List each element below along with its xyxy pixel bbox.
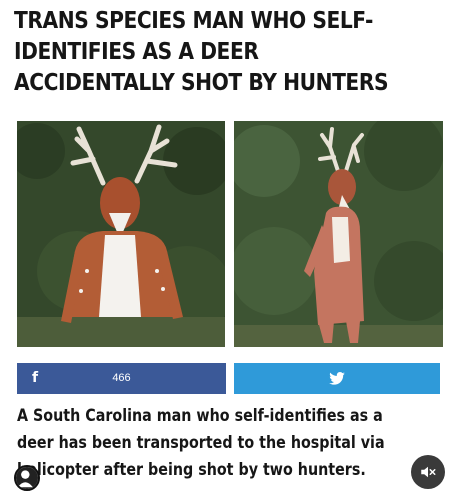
article-text: A South Carolina man who self-identifies…: [17, 403, 420, 484]
twitter-share-button[interactable]: [234, 363, 440, 394]
article-line-3: helicopter after being shot by two hunte…: [17, 460, 366, 480]
headline-line-1: TRANS SPECIES MAN WHO SELF-: [14, 8, 374, 34]
headline-line-3: ACCIDENTALLY SHOT BY HUNTERS: [14, 70, 389, 96]
share-count: 466: [112, 372, 131, 384]
deer-costume-photo-front: [17, 121, 225, 347]
user-avatar-icon[interactable]: [14, 465, 40, 491]
speaker-muted-icon[interactable]: [411, 455, 445, 489]
deer-costume-photo-side: [234, 121, 443, 347]
headline: TRANS SPECIES MAN WHO SELF- IDENTIFIES A…: [14, 6, 445, 99]
article-line-1: A South Carolina man who self-identifies…: [17, 406, 383, 426]
twitter-icon: [329, 372, 345, 385]
facebook-share-button[interactable]: f 466: [17, 363, 226, 394]
article-line-2: deer has been transported to the hospita…: [17, 433, 385, 453]
headline-line-2: IDENTIFIES AS A DEER: [14, 39, 259, 65]
